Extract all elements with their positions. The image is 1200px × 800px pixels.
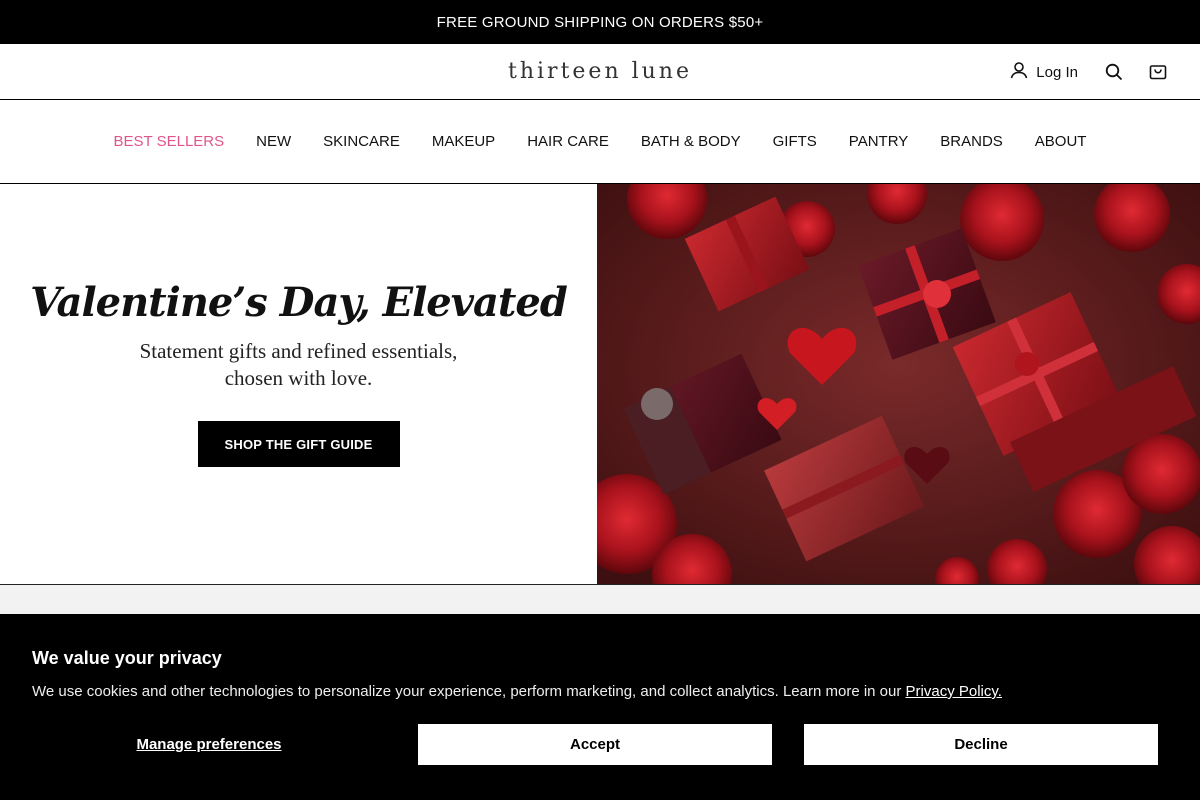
hero-banner: Valentine’s Day, Elevated Statement gift…	[0, 184, 1200, 585]
site-header: thirteen lune Log In	[0, 44, 1200, 100]
site-logo[interactable]: thirteen lune	[508, 59, 692, 84]
main-nav: BEST SELLERS NEW SKINCARE MAKEUP HAIR CA…	[0, 100, 1200, 184]
nav-item-about[interactable]: ABOUT	[1035, 133, 1087, 150]
privacy-policy-link[interactable]: Privacy Policy.	[906, 683, 1002, 700]
valentine-gifts-illustration	[597, 184, 1200, 584]
announcement-bar: FREE GROUND SHIPPING ON ORDERS $50+	[0, 0, 1200, 44]
hero-title: Valentine’s Day, Elevated	[30, 279, 568, 326]
nav-item-hair-care[interactable]: HAIR CARE	[527, 133, 609, 150]
manage-preferences-button[interactable]: Manage preferences	[32, 736, 386, 753]
decline-button[interactable]: Decline	[804, 724, 1158, 765]
nav-item-bath-body[interactable]: BATH & BODY	[641, 133, 741, 150]
cookie-banner: We value your privacy We use cookies and…	[0, 614, 1200, 800]
shop-gift-guide-button[interactable]: SHOP THE GIFT GUIDE	[197, 421, 400, 467]
nav-item-gifts[interactable]: GIFTS	[773, 133, 817, 150]
accept-button[interactable]: Accept	[418, 724, 772, 765]
login-link[interactable]: Log In	[1010, 61, 1078, 83]
content-strip	[0, 585, 1200, 615]
nav-item-skincare[interactable]: SKINCARE	[323, 133, 400, 150]
header-actions: Log In	[1010, 44, 1168, 100]
nav-item-brands[interactable]: BRANDS	[940, 133, 1003, 150]
nav-item-new[interactable]: NEW	[256, 133, 291, 150]
user-icon	[1010, 61, 1028, 83]
cookie-title: We value your privacy	[32, 648, 222, 668]
nav-item-pantry[interactable]: PANTRY	[849, 133, 908, 150]
hero-subtitle: Statement gifts and refined essentials, …	[134, 338, 464, 392]
search-icon[interactable]	[1104, 62, 1124, 82]
nav-item-makeup[interactable]: MAKEUP	[432, 133, 495, 150]
login-label: Log In	[1036, 63, 1078, 81]
nav-item-best-sellers[interactable]: BEST SELLERS	[114, 133, 225, 150]
hero-subtitle-line: chosen with love.	[224, 366, 373, 390]
bag-icon[interactable]	[1148, 62, 1168, 82]
hero-text-panel: Valentine’s Day, Elevated Statement gift…	[0, 184, 597, 584]
announcement-text: FREE GROUND SHIPPING ON ORDERS $50+	[436, 13, 764, 31]
hero-subtitle-line: Statement gifts and refined essentials,	[139, 339, 458, 363]
hero-image[interactable]	[597, 184, 1200, 584]
cookie-body-text: We use cookies and other technologies to…	[32, 683, 906, 700]
cookie-body: We use cookies and other technologies to…	[32, 683, 1168, 700]
cookie-actions: Manage preferences Accept Decline	[32, 724, 1168, 765]
